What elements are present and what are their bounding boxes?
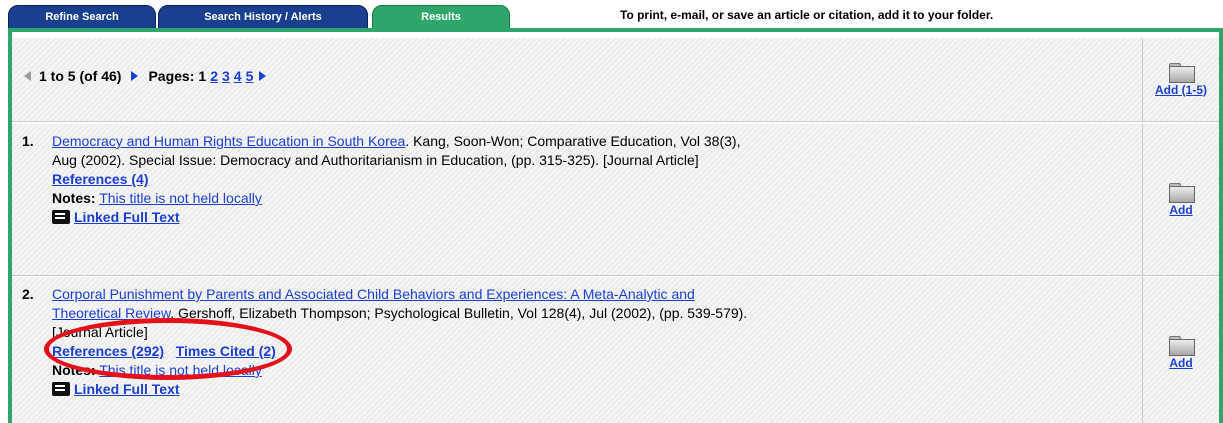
result-title-link[interactable]: Corporal Punishment by Parents and Assoc… [52,286,695,302]
result-title-link[interactable]: Democracy and Human Rights Education in … [52,133,405,149]
pager-cell: 1 to 5 (of 46) Pages: 1 2 3 4 5 [12,38,1143,121]
notes-link[interactable]: This title is not held locally [99,362,262,378]
pager: 1 to 5 (of 46) Pages: 1 2 3 4 5 [24,68,276,84]
add-button[interactable]: Add [1169,356,1192,370]
result-cell: 1. Democracy and Human Rights Education … [12,124,1143,275]
add-button[interactable]: Add [1169,203,1192,217]
add-cell: Add [1143,124,1219,275]
page-link-3[interactable]: 3 [222,68,230,84]
tab-bar: Refine Search Search History / Alerts Re… [0,0,1223,29]
result-cell: 2. Corporal Punishment by Parents and As… [12,277,1143,423]
next-arrow-icon[interactable] [131,71,139,81]
notes-link[interactable]: This title is not held locally [99,190,262,206]
result-row: 2. Corporal Punishment by Parents and As… [12,277,1219,423]
notes-label: Notes: [52,190,96,206]
result-item-1: 1. Democracy and Human Rights Education … [22,132,1132,227]
fulltext-book-icon [52,210,70,224]
tab-search-history-alerts[interactable]: Search History / Alerts [158,5,368,29]
pages-label: Pages: [148,68,195,84]
folder-icon[interactable] [1169,62,1195,83]
pager-row: 1 to 5 (of 46) Pages: 1 2 3 4 5 Add (1-5… [12,38,1219,122]
prev-arrow-icon [24,71,31,81]
result-citation: . Gershoff, Elizabeth Thompson; Psycholo… [170,305,748,321]
result-citation-cont: Aug (2002). Special Issue: Democracy and… [52,152,699,168]
times-cited-link[interactable]: Times Cited (2) [176,343,276,359]
page-link-5[interactable]: 5 [246,68,254,84]
tab-results[interactable]: Results [372,5,510,29]
add-all-button[interactable]: Add (1-5) [1155,83,1207,97]
folder-icon[interactable] [1169,336,1195,356]
result-item-2: 2. Corporal Punishment by Parents and As… [22,285,1132,399]
fulltext-book-icon [52,382,70,396]
tab-refine-search[interactable]: Refine Search [8,5,156,29]
references-link[interactable]: References (4) [52,171,149,187]
add-all-cell: Add (1-5) [1143,38,1219,121]
result-number: 1. [22,133,34,149]
result-citation-cont: [Journal Article] [52,324,148,340]
next-pages-arrow-icon[interactable] [259,71,267,81]
result-row: 1. Democracy and Human Rights Education … [12,124,1219,276]
results-frame: 1 to 5 (of 46) Pages: 1 2 3 4 5 Add (1-5… [8,28,1223,423]
linked-full-text-link[interactable]: Linked Full Text [74,381,180,397]
references-link[interactable]: References (292) [52,343,164,359]
add-cell: Add [1143,277,1219,423]
page-link-4[interactable]: 4 [234,68,242,84]
result-total: (of 46) [79,68,122,84]
folder-icon[interactable] [1169,182,1195,203]
result-citation: . Kang, Soon-Won; Comparative Education,… [405,133,741,149]
folder-notice: To print, e-mail, or save an article or … [620,8,994,22]
result-range: 1 to 5 [39,68,76,84]
linked-full-text-link[interactable]: Linked Full Text [74,209,180,225]
current-page: 1 [198,68,207,84]
notes-label: Notes: [52,362,96,378]
result-number: 2. [22,286,34,302]
result-title-link-cont[interactable]: Theoretical Review [52,305,170,321]
page-link-2[interactable]: 2 [210,68,218,84]
